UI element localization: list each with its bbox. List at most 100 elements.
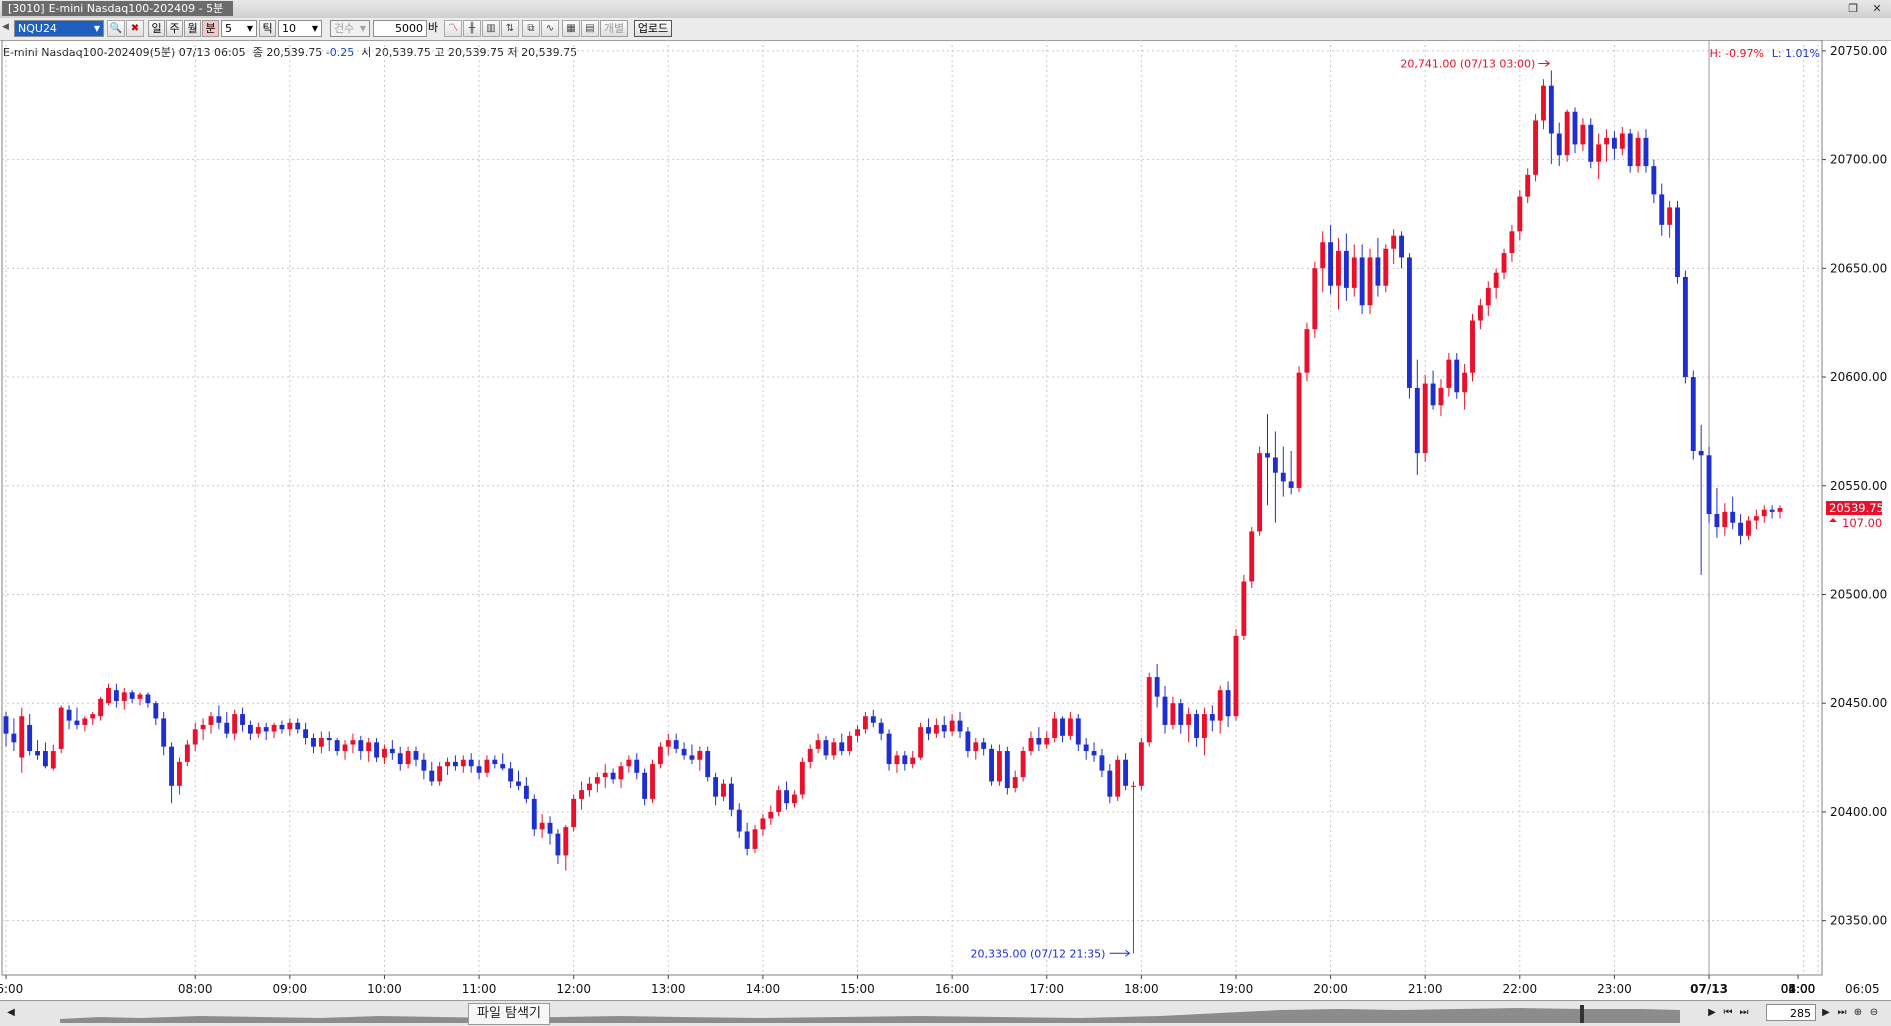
table-icon[interactable]: ▤ xyxy=(581,20,599,37)
candle xyxy=(1659,183,1665,236)
period-week-button[interactable]: 주 xyxy=(166,20,183,37)
forward-end-icon[interactable]: ⏭ xyxy=(1737,1004,1751,1021)
candle-body xyxy=(642,772,648,799)
candle-body xyxy=(973,742,979,752)
candle xyxy=(58,705,64,754)
candle xyxy=(784,781,790,810)
zoom-in-icon[interactable]: ⊕ xyxy=(1851,1004,1865,1021)
max-annotation: 20,741.00 (07/13 03:00) xyxy=(1400,57,1535,70)
min-arrow-icon xyxy=(1109,949,1131,957)
candle xyxy=(665,733,671,756)
candle-body xyxy=(1099,755,1105,771)
count-select[interactable]: 건수 ▼ xyxy=(330,20,370,37)
candle-body xyxy=(1091,751,1097,756)
candle-body xyxy=(1548,85,1554,134)
candle-body xyxy=(941,724,947,732)
end-icon[interactable]: ⏭ xyxy=(1835,1004,1849,1021)
candle-body xyxy=(1375,257,1381,286)
candle-body xyxy=(1186,714,1192,725)
line-chart-icon[interactable]: 〽 xyxy=(444,20,462,37)
scroll-start-icon[interactable]: ◀ xyxy=(4,1004,18,1021)
ytick-label: 20500.00 xyxy=(1830,587,1887,601)
candle-body xyxy=(697,751,703,760)
candle-body xyxy=(1690,377,1696,451)
candle-body xyxy=(563,827,569,856)
candle xyxy=(563,824,569,871)
candle xyxy=(815,733,821,754)
candle xyxy=(350,733,356,754)
xaxis-end-label: 06:05 xyxy=(1845,982,1880,996)
xtick-label: 19:00 xyxy=(1219,982,1254,996)
zoom-out-icon[interactable]: ⊖ xyxy=(1867,1004,1881,1021)
period-day-button[interactable]: 일 xyxy=(148,20,165,37)
search-icon[interactable]: 🔍 xyxy=(107,20,125,37)
candle xyxy=(926,718,931,741)
period-minute-button[interactable]: 분 xyxy=(202,20,219,37)
dropdown-arrow-icon: ▼ xyxy=(93,24,100,33)
toolbar-scroll-left-icon[interactable]: ◀ xyxy=(2,20,12,37)
candle-body xyxy=(799,761,805,795)
candle-body xyxy=(1083,744,1089,752)
restore-icon[interactable]: ❐ xyxy=(1843,1,1863,16)
candle xyxy=(713,772,719,806)
compare-icon[interactable]: ⇅ xyxy=(501,20,519,37)
candle-body xyxy=(1454,359,1460,393)
ytick-label: 20450.00 xyxy=(1830,696,1887,710)
candle-body xyxy=(334,740,340,752)
candle-body xyxy=(1698,450,1704,456)
candle-body xyxy=(1351,257,1357,288)
period-month-button[interactable]: 월 xyxy=(184,20,201,37)
candle xyxy=(1485,281,1491,317)
candle xyxy=(768,805,774,825)
xtick-label: 16:00 xyxy=(935,982,970,996)
upload-button[interactable]: 업로드 xyxy=(634,20,672,37)
candle-body xyxy=(1052,718,1058,738)
candle xyxy=(303,722,309,745)
symbol-select[interactable]: NQU24 ▼ xyxy=(14,20,104,37)
rewind-icon[interactable]: ⏮ xyxy=(1721,1004,1735,1021)
candle-chart-icon[interactable]: ╫ xyxy=(463,20,481,37)
search-clear-icon[interactable]: ✖ xyxy=(126,20,144,37)
candle-body xyxy=(429,770,435,782)
tick-select[interactable]: 10 ▼ xyxy=(278,20,322,37)
window-title: [3010] E-mini Nasdaq100-202409 - 5분 xyxy=(2,1,234,16)
file-explorer-tab[interactable]: 파일 탐색기 xyxy=(468,1003,550,1025)
bars-unit: 바 xyxy=(428,21,439,34)
candle-body xyxy=(82,718,88,725)
candle xyxy=(894,751,900,773)
candle xyxy=(484,755,490,778)
candle xyxy=(224,711,230,738)
bar-count-input[interactable]: 285 xyxy=(1766,1004,1816,1021)
candlestick-chart[interactable]: 20,741.00 (07/13 03:00) 20,335.00 (07/12 … xyxy=(0,40,1891,1000)
grid-icon[interactable]: ▦ xyxy=(562,20,580,37)
indicator-icon[interactable]: ∿ xyxy=(541,20,559,37)
candle xyxy=(1493,268,1499,299)
candle-body xyxy=(1328,242,1334,286)
candle xyxy=(792,790,797,808)
last-volume-label: 107.00 xyxy=(1842,516,1882,530)
candle xyxy=(1619,126,1625,156)
ytick-label: 20700.00 xyxy=(1830,153,1887,167)
candle xyxy=(1201,707,1207,756)
bar-chart-icon[interactable]: ▥ xyxy=(482,20,500,37)
candle xyxy=(839,733,845,756)
scroll-right-icon[interactable]: ▶ xyxy=(1705,1004,1719,1021)
bars-input[interactable]: 5000 xyxy=(373,20,427,37)
xtick-label: 15:00 xyxy=(840,982,875,996)
candle xyxy=(855,724,860,743)
candle xyxy=(989,744,994,786)
copy-icon[interactable]: ⧉ xyxy=(522,20,540,37)
replay-button[interactable]: 개별 xyxy=(600,20,628,37)
candle xyxy=(1288,450,1294,495)
candle xyxy=(1060,716,1065,743)
minute-select[interactable]: 5 ▼ xyxy=(221,20,257,37)
candle xyxy=(1107,764,1113,804)
close-icon[interactable]: ✕ xyxy=(1867,1,1887,16)
candle-body xyxy=(247,724,253,734)
play-icon[interactable]: ▶ xyxy=(1819,1004,1833,1021)
candle xyxy=(1115,755,1121,802)
candle-body xyxy=(1667,207,1673,225)
period-tick-button[interactable]: 틱 xyxy=(259,20,276,37)
candle xyxy=(279,720,285,734)
volume-overview[interactable] xyxy=(60,1005,1680,1023)
